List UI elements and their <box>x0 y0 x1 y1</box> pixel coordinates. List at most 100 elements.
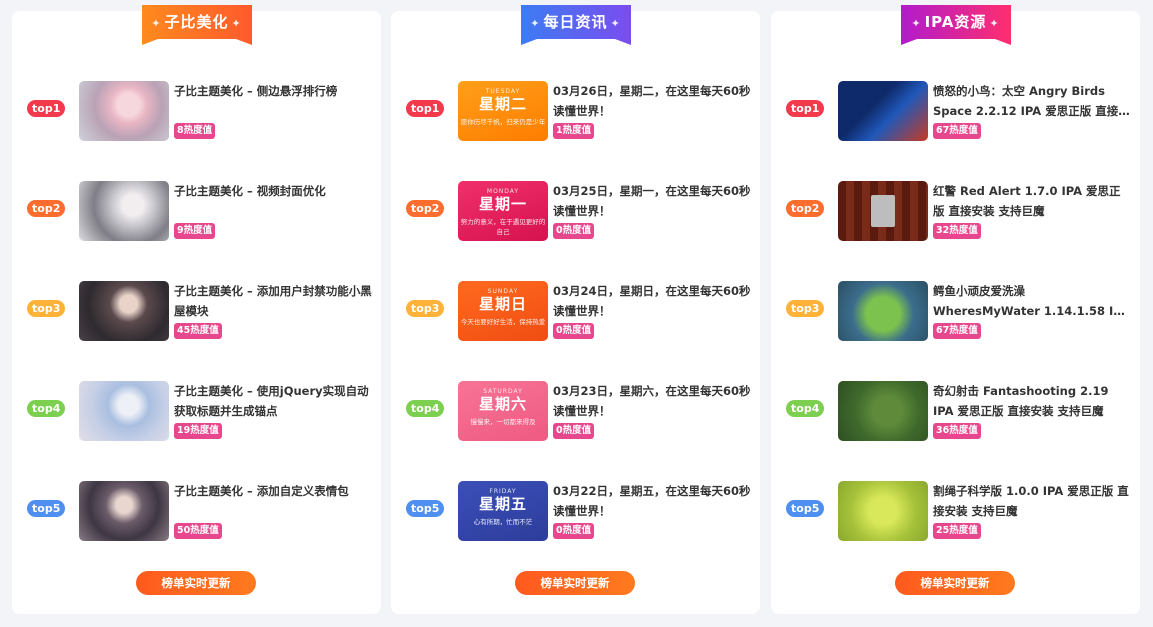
post-title[interactable]: 03月23日，星期六，在这里每天60秒读懂世界！ <box>553 381 751 421</box>
heat-badge: 8热度值 <box>174 123 216 139</box>
list-item[interactable]: top2 子比主题美化 – 视频封面优化 9热度值 <box>12 181 381 241</box>
heat-badge: 0热度值 <box>553 223 595 239</box>
post-title[interactable]: 鳄鱼小顽皮爱洗澡 WheresMyWater 1.14.1.58 IPA 爱思正… <box>933 281 1131 321</box>
post-thumbnail[interactable] <box>79 481 169 541</box>
post-title[interactable]: 奇幻射击 Fantashooting 2.19 IPA 爱思正版 直接安装 支持… <box>933 381 1131 421</box>
post-title[interactable]: 子比主题美化 – 添加自定义表情包 <box>174 481 372 501</box>
list-item[interactable]: top3 子比主题美化 – 添加用户封禁功能小黑屋模块 45热度值 <box>12 281 381 341</box>
day-card-thumbnail[interactable]: TUESDAY 星期二 愿你历尽千帆，归来仍是少年 <box>458 81 548 141</box>
ranking-card-daily-news: ✦ 每日资讯 ✦ top1 TUESDAY 星期二 愿你历尽千帆，归来仍是少年 03… <box>391 5 760 614</box>
post-title[interactable]: 03月24日，星期日，在这里每天60秒读懂世界！ <box>553 281 751 321</box>
post-title[interactable]: 子比主题美化 – 侧边悬浮排行榜 <box>174 81 372 101</box>
day-card-thumbnail[interactable]: MONDAY 星期一 努力的意义，在于遇见更好的自己 <box>458 181 548 241</box>
post-title[interactable]: 红警 Red Alert 1.7.0 IPA 爱思正版 直接安装 支持巨魔 <box>933 181 1131 221</box>
rank-badge: top1 <box>27 100 66 117</box>
rank-badge: top5 <box>27 500 66 517</box>
list-item[interactable]: top1 TUESDAY 星期二 愿你历尽千帆，归来仍是少年 03月26日，星期… <box>391 81 760 141</box>
post-thumbnail[interactable] <box>79 81 169 141</box>
card-title: 子比美化 <box>164 13 229 31</box>
day-card-sub: 努力的意义，在于遇见更好的自己 <box>460 218 546 236</box>
list-item[interactable]: top1 愤怒的小鸟：太空 Angry Birds Space 2.2.12 I… <box>771 81 1140 141</box>
list-item[interactable]: top3 SUNDAY 星期日 今天也要好好生活，保持热爱 03月24日，星期日… <box>391 281 760 341</box>
app-thumbnail[interactable] <box>838 81 928 141</box>
heat-badge: 50热度值 <box>174 523 222 539</box>
rank-badge: top2 <box>406 200 445 217</box>
ranking-realtime-update-button[interactable]: 榜单实时更新 <box>895 571 1015 595</box>
card-ribbon: ✦ 子比美化 ✦ <box>136 5 258 45</box>
heat-badge: 45热度值 <box>174 323 222 339</box>
post-thumbnail[interactable] <box>79 381 169 441</box>
heat-badge: 36热度值 <box>933 423 981 439</box>
rank-badge: top4 <box>406 400 445 417</box>
rank-badge: top5 <box>406 500 445 517</box>
heat-badge: 19热度值 <box>174 423 222 439</box>
list-item[interactable]: top5 子比主题美化 – 添加自定义表情包 50热度值 <box>12 481 381 541</box>
day-card-sub: 慢慢来，一切都来得及 <box>470 418 536 426</box>
heat-badge: 0热度值 <box>553 423 595 439</box>
day-card-sub: 愿你历尽千帆，归来仍是少年 <box>460 118 546 126</box>
ranking-realtime-update-button[interactable]: 榜单实时更新 <box>515 571 635 595</box>
list-item[interactable]: top2 红警 Red Alert 1.7.0 IPA 爱思正版 直接安装 支持… <box>771 181 1140 241</box>
day-card-en: FRIDAY <box>489 488 517 495</box>
post-title[interactable]: 割绳子科学版 1.0.0 IPA 爱思正版 直接安装 支持巨魔 <box>933 481 1131 521</box>
post-title[interactable]: 03月26日，星期二，在这里每天60秒读懂世界！ <box>553 81 751 121</box>
rank-badge: top3 <box>406 300 445 317</box>
post-title[interactable]: 愤怒的小鸟：太空 Angry Birds Space 2.2.12 IPA 爱思… <box>933 81 1131 121</box>
list-item[interactable]: top4 奇幻射击 Fantashooting 2.19 IPA 爱思正版 直接… <box>771 381 1140 441</box>
list-item[interactable]: top2 MONDAY 星期一 努力的意义，在于遇见更好的自己 03月25日，星… <box>391 181 760 241</box>
ranking-card-zibi: ✦ 子比美化 ✦ top1 子比主题美化 – 侧边悬浮排行榜 8热度值 top2 子… <box>12 5 381 614</box>
post-title[interactable]: 03月22日，星期五，在这里每天60秒读懂世界！ <box>553 481 751 521</box>
list-item[interactable]: top4 SATURDAY 星期六 慢慢来，一切都来得及 03月23日，星期六，… <box>391 381 760 441</box>
app-thumbnail[interactable] <box>838 481 928 541</box>
rank-badge: top4 <box>786 400 825 417</box>
card-ribbon: ✦ IPA资源 ✦ <box>895 5 1017 45</box>
rank-badge: top3 <box>27 300 66 317</box>
heat-badge: 67热度值 <box>933 123 981 139</box>
list-item[interactable]: top1 子比主题美化 – 侧边悬浮排行榜 8热度值 <box>12 81 381 141</box>
day-card-en: MONDAY <box>486 188 520 195</box>
card-ribbon: ✦ 每日资讯 ✦ <box>515 5 637 45</box>
ranking-realtime-update-button[interactable]: 榜单实时更新 <box>136 571 256 595</box>
ranking-card-ipa: ✦ IPA资源 ✦ top1 愤怒的小鸟：太空 Angry Birds Space … <box>771 5 1140 614</box>
day-card-thumbnail[interactable]: FRIDAY 星期五 心有所期，忙而不茫 <box>458 481 548 541</box>
app-thumbnail[interactable] <box>838 181 928 241</box>
rank-badge: top2 <box>786 200 825 217</box>
rank-badge: top4 <box>27 400 66 417</box>
heat-badge: 0热度值 <box>553 323 595 339</box>
list-item[interactable]: top5 FRIDAY 星期五 心有所期，忙而不茫 03月22日，星期五，在这里… <box>391 481 760 541</box>
list-item[interactable]: top3 鳄鱼小顽皮爱洗澡 WheresMyWater 1.14.1.58 IP… <box>771 281 1140 341</box>
post-title[interactable]: 子比主题美化 – 添加用户封禁功能小黑屋模块 <box>174 281 372 321</box>
day-card-day: 星期一 <box>478 195 527 213</box>
list-item[interactable]: top4 子比主题美化 – 使用jQuery实现自动获取标题并生成锚点 19热度… <box>12 381 381 441</box>
day-card-sub: 今天也要好好生活，保持热爱 <box>460 318 546 326</box>
day-card-en: SATURDAY <box>483 388 523 395</box>
day-card-day: 星期日 <box>478 295 527 313</box>
post-title[interactable]: 03月25日，星期一，在这里每天60秒读懂世界！ <box>553 181 751 221</box>
heat-badge: 1热度值 <box>553 123 595 139</box>
rank-badge: top2 <box>27 200 66 217</box>
list-item[interactable]: top5 割绳子科学版 1.0.0 IPA 爱思正版 直接安装 支持巨魔 25热… <box>771 481 1140 541</box>
card-title: 每日资讯 <box>543 13 608 31</box>
app-thumbnail[interactable] <box>838 281 928 341</box>
post-title[interactable]: 子比主题美化 – 使用jQuery实现自动获取标题并生成锚点 <box>174 381 372 421</box>
post-thumbnail[interactable] <box>79 281 169 341</box>
rank-badge: top1 <box>406 100 445 117</box>
day-card-thumbnail[interactable]: SATURDAY 星期六 慢慢来，一切都来得及 <box>458 381 548 441</box>
heat-badge: 67热度值 <box>933 323 981 339</box>
app-thumbnail[interactable] <box>838 381 928 441</box>
heat-badge: 9热度值 <box>174 223 216 239</box>
day-card-day: 星期二 <box>478 95 527 113</box>
day-card-day: 星期五 <box>478 495 527 513</box>
day-card-thumbnail[interactable]: SUNDAY 星期日 今天也要好好生活，保持热爱 <box>458 281 548 341</box>
day-card-sub: 心有所期，忙而不茫 <box>473 518 533 526</box>
day-card-en: SUNDAY <box>487 288 519 295</box>
heat-badge: 0热度值 <box>553 523 595 539</box>
rank-badge: top1 <box>786 100 825 117</box>
day-card-en: TUESDAY <box>485 88 521 95</box>
post-thumbnail[interactable] <box>79 181 169 241</box>
day-card-day: 星期六 <box>478 395 527 413</box>
post-title[interactable]: 子比主题美化 – 视频封面优化 <box>174 181 372 201</box>
card-title: IPA资源 <box>924 13 987 31</box>
rank-badge: top5 <box>786 500 825 517</box>
heat-badge: 32热度值 <box>933 223 981 239</box>
